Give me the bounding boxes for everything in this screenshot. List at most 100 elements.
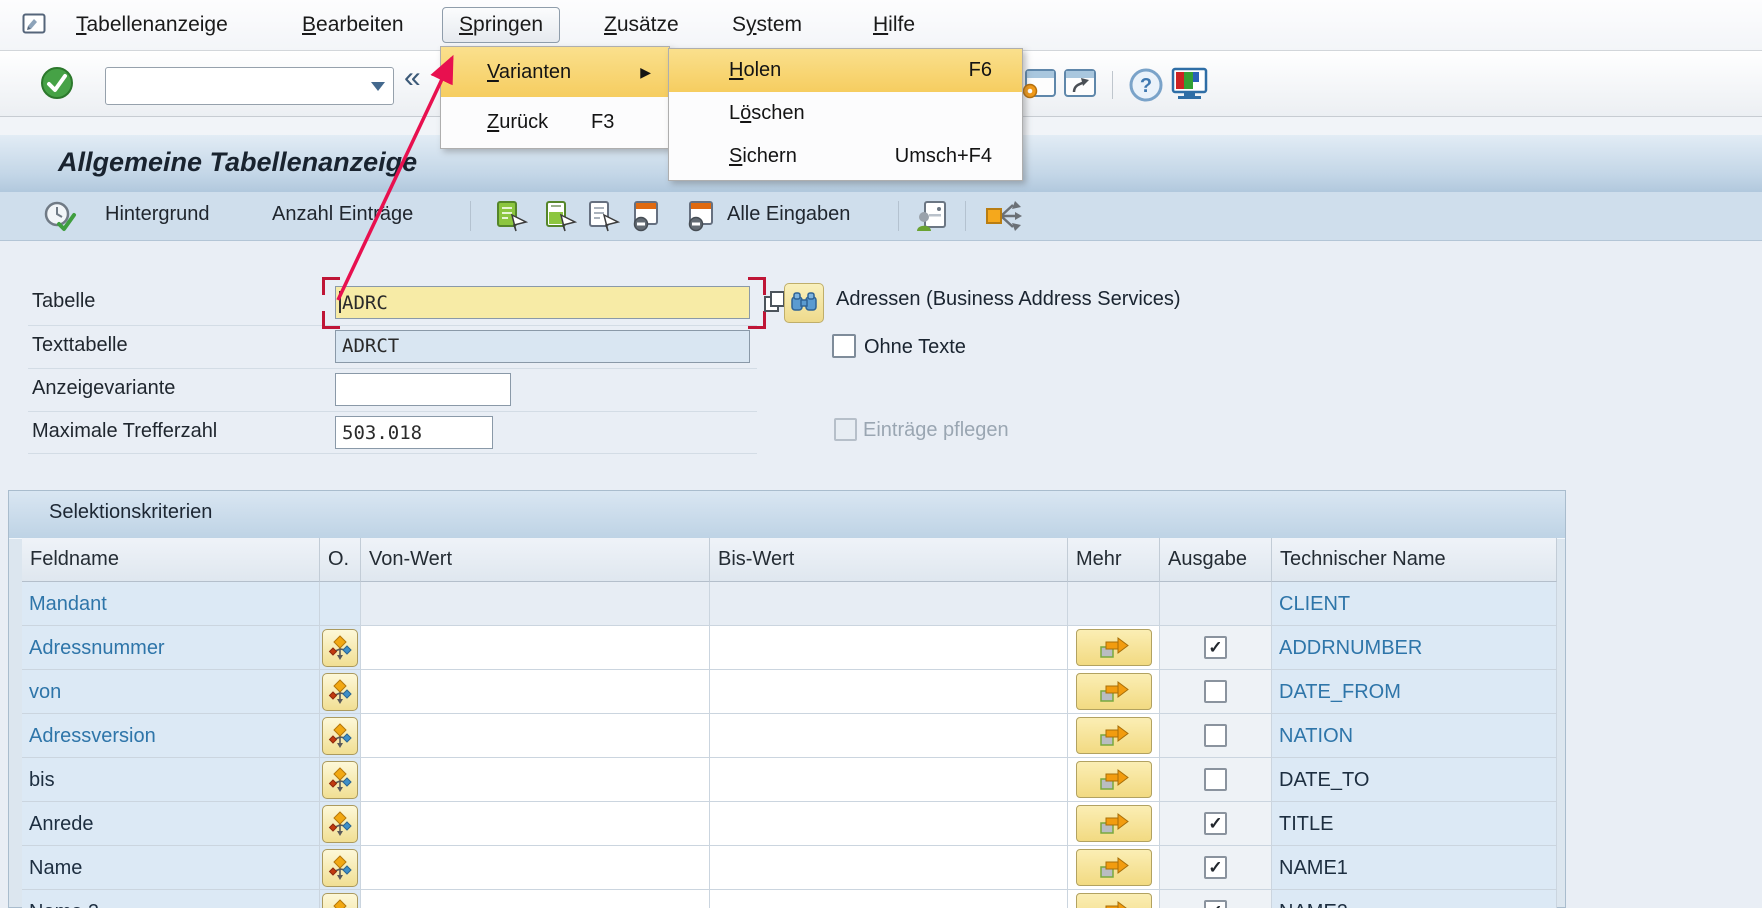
- menubar-item-hilfe[interactable]: Hilfe: [867, 10, 921, 40]
- user-fields-icon[interactable]: [915, 200, 949, 237]
- menu-item-holen[interactable]: HolenF6: [669, 49, 1022, 92]
- row-6-ausgabe-cell: ✓: [1160, 846, 1272, 890]
- menu-item-löschen[interactable]: Löschen: [669, 92, 1022, 135]
- collapse-toolbar-button[interactable]: «: [404, 61, 421, 95]
- selection-option-button[interactable]: [322, 629, 358, 667]
- row-0-bis-wert: [710, 582, 1068, 626]
- menu-shortcut: Umsch+F4: [895, 135, 992, 178]
- texttable-field: ADRCT: [335, 330, 750, 363]
- output-checkbox[interactable]: [1204, 768, 1227, 791]
- output-checkbox[interactable]: [1204, 680, 1227, 703]
- menu-item-varianten[interactable]: Varianten▶: [441, 47, 669, 97]
- screen-menu-icon[interactable]: [22, 13, 49, 42]
- multiple-selection-button[interactable]: [1076, 673, 1152, 710]
- bis-wert-input[interactable]: [710, 802, 1067, 846]
- row-5-technical-name: TITLE: [1272, 802, 1557, 846]
- binoculars-icon: [791, 292, 817, 314]
- command-dropdown-icon[interactable]: [371, 82, 385, 91]
- bis-wert-input[interactable]: [710, 846, 1067, 890]
- multiple-selection-button[interactable]: [1076, 849, 1152, 886]
- submenu-arrow-icon: ▶: [640, 47, 651, 97]
- selection-option-button[interactable]: [322, 761, 358, 799]
- von-wert-input[interactable]: [361, 890, 709, 908]
- bis-wert-input[interactable]: [710, 890, 1067, 908]
- bis-wert-input[interactable]: [710, 626, 1067, 670]
- session-window-icon[interactable]: [1022, 67, 1058, 104]
- select-block-icon[interactable]: [544, 200, 578, 237]
- multiple-selection-button[interactable]: [1076, 717, 1152, 754]
- display-variant-field[interactable]: [336, 374, 510, 405]
- multiple-selection-button[interactable]: [1076, 893, 1152, 908]
- row-0-fieldname: Mandant: [22, 582, 320, 626]
- von-wert-input[interactable]: [361, 714, 709, 758]
- selection-option-button[interactable]: [322, 893, 358, 908]
- output-checkbox[interactable]: ✓: [1204, 900, 1227, 908]
- command-field[interactable]: [110, 70, 364, 100]
- selection-criteria-table: FeldnameO.Von-WertBis-WertMehrAusgabeTec…: [22, 538, 1557, 908]
- von-wert-input[interactable]: [361, 758, 709, 802]
- row-0-ausgabe-cell: [1160, 582, 1272, 626]
- delete-selection-icon[interactable]: [631, 200, 665, 237]
- menubar-item-bearbeiten[interactable]: Bearbeiten: [296, 10, 410, 40]
- column-header-4: Mehr: [1068, 538, 1160, 582]
- selection-option-button[interactable]: [322, 849, 358, 887]
- row-5-ausgabe-cell: ✓: [1160, 802, 1272, 846]
- multiple-selection-button[interactable]: [1076, 629, 1152, 666]
- customize-layout-icon[interactable]: [1170, 67, 1210, 106]
- multiple-selection-button[interactable]: [1076, 805, 1152, 842]
- max-hits-field[interactable]: [336, 417, 492, 448]
- without-texts-checkbox[interactable]: [832, 334, 856, 358]
- svg-text:?: ?: [1140, 75, 1152, 97]
- row-7-option-cell: [320, 890, 361, 908]
- bis-wert-input[interactable]: [710, 714, 1067, 758]
- multiple-selection-button[interactable]: [1076, 761, 1152, 798]
- deselect-all-icon[interactable]: [587, 200, 621, 237]
- enter-check-button[interactable]: [40, 66, 74, 100]
- von-wert-input[interactable]: [361, 846, 709, 890]
- row-1-option-cell: [320, 626, 361, 670]
- app-toolbar-separator: [470, 201, 471, 231]
- row-1-bis-wert: [710, 626, 1068, 670]
- bis-wert-input[interactable]: [710, 758, 1067, 802]
- row-4-ausgabe-cell: [1160, 758, 1272, 802]
- table-label: Tabelle: [32, 290, 95, 313]
- von-wert-input[interactable]: [361, 626, 709, 670]
- select-all-inputs-icon[interactable]: [495, 200, 529, 237]
- help-icon[interactable]: ?: [1128, 67, 1164, 108]
- menubar-item-springen[interactable]: Springen: [442, 7, 560, 43]
- menu-item-zurück[interactable]: ZurückF3: [441, 97, 669, 147]
- output-checkbox[interactable]: ✓: [1204, 856, 1227, 879]
- von-wert-input[interactable]: [361, 670, 709, 714]
- distribute-icon[interactable]: [985, 200, 1023, 237]
- background-button[interactable]: Hintergrund: [105, 203, 210, 226]
- max-hits-label: Maximale Trefferzahl: [32, 420, 217, 443]
- menubar-item-tabellenanzeige[interactable]: Tabellenanzeige: [70, 10, 234, 40]
- delete-all-inputs-icon[interactable]: [686, 200, 720, 237]
- output-checkbox[interactable]: ✓: [1204, 812, 1227, 835]
- search-binoculars-button[interactable]: [784, 283, 824, 323]
- selection-option-button[interactable]: [322, 717, 358, 755]
- sap-window: Tabellenanzeige Bearbeiten Springen Zusätze…: [0, 0, 1762, 908]
- menu-item-sichern[interactable]: SichernUmsch+F4: [669, 135, 1022, 178]
- selection-option-button[interactable]: [322, 805, 358, 843]
- row-7-ausgabe-cell: ✓: [1160, 890, 1272, 908]
- menubar-item-system[interactable]: System: [726, 10, 808, 40]
- execute-clock-icon[interactable]: [43, 200, 79, 239]
- entry-count-button[interactable]: Anzahl Einträge: [272, 203, 413, 226]
- bis-wert-input[interactable]: [710, 670, 1067, 714]
- max-hits-field-wrap: [335, 416, 493, 449]
- menubar-item-zusätze[interactable]: Zusätze: [598, 10, 685, 40]
- row-1-fieldname: Adressnummer: [22, 626, 320, 670]
- output-checkbox[interactable]: [1204, 724, 1227, 747]
- selection-option-button[interactable]: [322, 673, 358, 711]
- von-wert-input[interactable]: [361, 802, 709, 846]
- column-header-3: Bis-Wert: [710, 538, 1068, 582]
- selection-criteria-header: Selektionskriterien: [9, 491, 1565, 539]
- new-session-shortcut-icon[interactable]: [1062, 67, 1098, 104]
- output-checkbox[interactable]: ✓: [1204, 636, 1227, 659]
- texttable-label: Texttabelle: [32, 334, 128, 357]
- row-0-option-cell: [320, 582, 361, 626]
- table-field[interactable]: [336, 287, 749, 318]
- row-7-fieldname: Name 2: [22, 890, 320, 908]
- delete-all-inputs-button[interactable]: Alle Eingaben: [727, 203, 850, 226]
